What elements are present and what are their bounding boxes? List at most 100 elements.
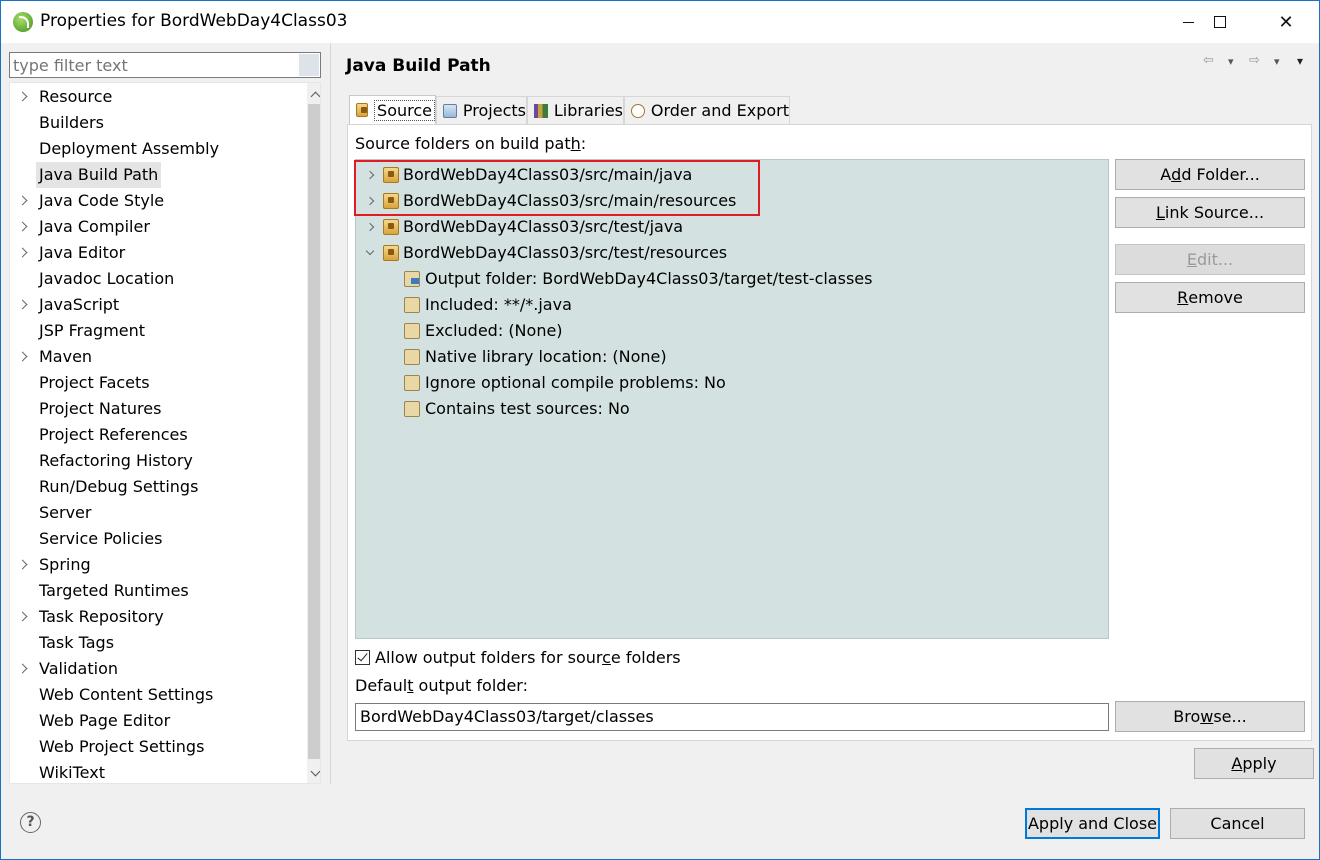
sidebar-item-label: Project References — [39, 425, 188, 444]
default-output-folder-input[interactable]: BordWebDay4Class03/target/classes — [355, 703, 1109, 731]
sidebar-item[interactable]: JavaScript — [10, 292, 300, 318]
source-folder-attribute-row[interactable]: Output folder: BordWebDay4Class03/target… — [356, 266, 1106, 292]
sidebar-item[interactable]: Resource — [10, 84, 300, 110]
sidebar-item-label: Java Build Path — [36, 162, 162, 188]
tab-label: Order and Export — [650, 101, 789, 120]
close-button[interactable]: ✕ — [1263, 1, 1309, 43]
source-folder-attribute-row[interactable]: Contains test sources: No — [356, 396, 1106, 422]
sidebar-item-label: Java Compiler — [39, 217, 150, 236]
source-folder-row[interactable]: BordWebDay4Class03/src/test/java — [356, 214, 1106, 240]
chevron-right-icon[interactable] — [18, 188, 30, 214]
sidebar-item[interactable]: Project Facets — [10, 370, 300, 396]
sidebar-item[interactable]: Java Editor — [10, 240, 300, 266]
sidebar-item[interactable]: Refactoring History — [10, 448, 300, 474]
sidebar-item-label: Builders — [39, 113, 104, 132]
forward-arrow-icon[interactable]: ⇨ — [1249, 53, 1260, 68]
sidebar-item[interactable]: Targeted Runtimes — [10, 578, 300, 604]
back-arrow-icon[interactable]: ⇦ — [1203, 53, 1214, 68]
chevron-right-icon[interactable] — [18, 292, 30, 318]
sidebar-item-label: Service Policies — [39, 529, 163, 548]
sidebar-item-label: WikiText — [39, 763, 105, 782]
remove-button[interactable]: Remove — [1115, 282, 1305, 313]
sidebar-item-label: Spring — [39, 555, 91, 574]
filter-field[interactable] — [9, 52, 321, 78]
sidebar-item-label: Run/Debug Settings — [39, 477, 199, 496]
sidebar-item[interactable]: Server — [10, 500, 300, 526]
source-folder-attribute-row[interactable]: Excluded: (None) — [356, 318, 1106, 344]
tree-row-label: Native library location: (None) — [425, 347, 667, 366]
sidebar-item-label: Refactoring History — [39, 451, 193, 470]
properties-window: Properties for BordWebDay4Class03 ✕ Reso… — [0, 0, 1320, 860]
minimize-icon — [1182, 21, 1194, 23]
apply-button[interactable]: Apply — [1194, 748, 1314, 779]
chevron-right-icon[interactable] — [18, 214, 30, 240]
scroll-down-button[interactable] — [307, 765, 320, 782]
chevron-down-icon[interactable] — [364, 240, 378, 266]
tree-row-label: Output folder: BordWebDay4Class03/target… — [425, 269, 873, 288]
tab-libraries[interactable]: Libraries — [527, 96, 624, 124]
chevron-right-icon[interactable] — [18, 604, 30, 630]
sidebar-item-label: Task Tags — [39, 633, 115, 652]
tab-order-and-export[interactable]: Order and Export — [624, 96, 790, 124]
sidebar-item[interactable]: Project References — [10, 422, 300, 448]
apply-and-close-button[interactable]: Apply and Close — [1025, 808, 1160, 839]
sidebar-item[interactable]: Task Repository — [10, 604, 300, 630]
panel-splitter[interactable] — [330, 43, 331, 784]
sidebar-item[interactable]: Javadoc Location — [10, 266, 300, 292]
attribute-icon — [404, 349, 420, 365]
help-icon[interactable]: ? — [20, 812, 41, 833]
chevron-right-icon[interactable] — [18, 344, 30, 370]
sidebar-item[interactable]: Project Natures — [10, 396, 300, 422]
link-source-button[interactable]: Link Source... — [1115, 197, 1305, 228]
sidebar-item[interactable]: JSP Fragment — [10, 318, 300, 344]
allow-output-folders-checkbox[interactable] — [355, 649, 370, 665]
source-folders-tree[interactable]: BordWebDay4Class03/src/main/java BordWebD… — [355, 159, 1109, 639]
sidebar-item[interactable]: Java Build Path — [10, 162, 300, 188]
chevron-right-icon[interactable] — [18, 240, 30, 266]
chevron-right-icon[interactable] — [18, 552, 30, 578]
sidebar-item[interactable]: Web Content Settings — [10, 682, 300, 708]
sidebar-item[interactable]: Service Policies — [10, 526, 300, 552]
title-bar: Properties for BordWebDay4Class03 ✕ — [1, 1, 1319, 43]
sidebar-item[interactable]: Maven — [10, 344, 300, 370]
source-folder-attribute-row[interactable]: Included: **/*.java — [356, 292, 1106, 318]
sidebar-item[interactable]: Spring — [10, 552, 300, 578]
tab-projects[interactable]: Projects — [436, 96, 527, 124]
tree-row-label: Included: **/*.java — [425, 295, 572, 314]
scroll-thumb[interactable] — [308, 104, 320, 759]
sidebar-item[interactable]: Web Project Settings — [10, 734, 300, 760]
sidebar-item[interactable]: Task Tags — [10, 630, 300, 656]
sidebar-item[interactable]: WikiText — [10, 760, 300, 783]
sidebar-item[interactable]: Builders — [10, 110, 300, 136]
source-folder-row[interactable]: BordWebDay4Class03/src/test/resources — [356, 240, 1106, 266]
sidebar-item[interactable]: Web Page Editor — [10, 708, 300, 734]
allow-output-folders-option[interactable]: Allow output folders for source folders — [355, 647, 681, 667]
sidebar-item[interactable]: Java Compiler — [10, 214, 300, 240]
sidebar-item[interactable]: Validation — [10, 656, 300, 682]
back-menu-icon[interactable]: ▾ — [1228, 55, 1234, 68]
chevron-right-icon[interactable] — [18, 84, 30, 110]
filter-input[interactable] — [12, 55, 298, 75]
sidebar-scrollbar[interactable] — [307, 83, 320, 783]
sidebar-item-label: Task Repository — [39, 607, 164, 626]
chevron-right-icon[interactable] — [364, 214, 378, 240]
cancel-button[interactable]: Cancel — [1170, 808, 1305, 839]
source-folder-attribute-row[interactable]: Native library location: (None) — [356, 344, 1106, 370]
chevron-right-icon[interactable] — [18, 656, 30, 682]
browse-button[interactable]: Bro w se... — [1115, 701, 1305, 732]
sidebar-item[interactable]: Java Code Style — [10, 188, 300, 214]
scroll-up-button[interactable] — [307, 86, 320, 103]
sidebar-item-label: Javadoc Location — [39, 269, 175, 288]
filter-clear-button[interactable] — [299, 54, 319, 76]
tab-source[interactable]: Source — [349, 95, 436, 124]
edit-button[interactable]: Edit... — [1115, 244, 1305, 275]
sidebar-item[interactable]: Deployment Assembly — [10, 136, 300, 162]
forward-menu-icon[interactable]: ▾ — [1274, 55, 1280, 68]
maximize-button[interactable] — [1197, 1, 1243, 43]
sidebar-item[interactable]: Run/Debug Settings — [10, 474, 300, 500]
add-folder-button[interactable]: Add Folder... — [1115, 159, 1305, 190]
view-menu-icon[interactable]: ▾ — [1297, 54, 1303, 68]
attribute-icon — [404, 323, 420, 339]
source-folder-attribute-row[interactable]: Ignore optional compile problems: No — [356, 370, 1106, 396]
sidebar-item-label: Server — [39, 503, 92, 522]
